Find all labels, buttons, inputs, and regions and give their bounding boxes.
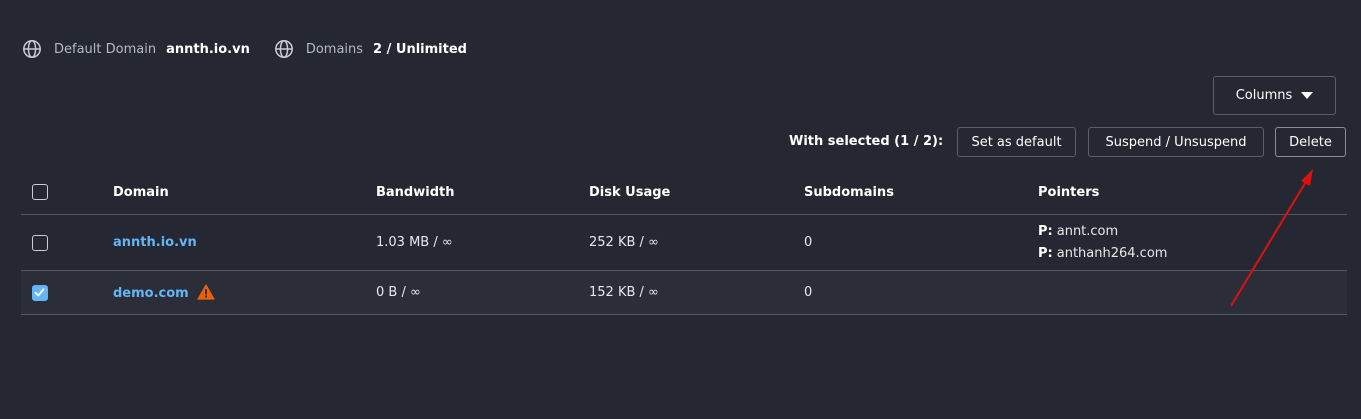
row-select-cell xyxy=(21,270,113,315)
subdomains-cell: 0 xyxy=(804,214,1038,271)
bandwidth-cell: 1.03 MB / ∞ xyxy=(376,214,589,271)
table-row: annth.io.vn 1.03 MB / ∞ 252 KB / ∞ 0 P: a… xyxy=(21,214,1347,271)
default-domain-label: Default Domain xyxy=(54,41,157,57)
header-subdomains[interactable]: Subdomains xyxy=(804,170,1038,215)
row-select-cell xyxy=(21,214,113,271)
domains-count-label: Domains xyxy=(305,41,364,57)
warning-icon xyxy=(197,284,215,300)
pointer-item: P: anthanh264.com xyxy=(1038,243,1347,265)
pointer-value: annt.com xyxy=(1056,223,1119,239)
with-selected-label: With selected (1 / 2): xyxy=(789,134,944,149)
row-checkbox[interactable] xyxy=(32,284,48,301)
header-disk-usage[interactable]: Disk Usage xyxy=(589,170,804,215)
select-all-checkbox[interactable] xyxy=(32,184,48,200)
domains-page: Default Domain annth.io.vn Domains 2 / U… xyxy=(0,0,1361,419)
globe-icon xyxy=(274,40,293,58)
table-row: demo.com 0 B / ∞ 152 KB / ∞ 0 xyxy=(21,270,1347,315)
delete-button[interactable]: Delete xyxy=(1275,127,1346,157)
row-checkbox[interactable] xyxy=(32,234,48,251)
caret-down-icon xyxy=(1301,92,1314,99)
bandwidth-cell: 0 B / ∞ xyxy=(376,270,589,315)
header-domain[interactable]: Domain xyxy=(113,170,376,215)
checkmark-icon xyxy=(34,287,45,296)
subdomains-cell: 0 xyxy=(804,270,1038,315)
pointer-prefix: P: xyxy=(1038,223,1053,239)
default-domain-value: annth.io.vn xyxy=(166,41,250,57)
default-domain-info: Default Domain annth.io.vn xyxy=(22,39,250,59)
domain-info-bar: Default Domain annth.io.vn Domains 2 / U… xyxy=(22,38,491,60)
domains-table: Domain Bandwidth Disk Usage Subdomains P… xyxy=(21,170,1347,315)
domains-count-value: 2 / Unlimited xyxy=(373,41,467,57)
table-header-row: Domain Bandwidth Disk Usage Subdomains P… xyxy=(21,170,1347,215)
domain-link[interactable]: annth.io.vn xyxy=(113,235,197,250)
set-as-default-button[interactable]: Set as default xyxy=(957,127,1076,157)
columns-button-label: Columns xyxy=(1235,88,1293,103)
globe-icon xyxy=(23,40,41,58)
domains-count-info: Domains 2 / Unlimited xyxy=(274,39,467,59)
pointer-value: anthanh264.com xyxy=(1056,245,1168,261)
header-pointers[interactable]: Pointers xyxy=(1038,170,1347,215)
domain-cell: annth.io.vn xyxy=(113,214,376,271)
disk-usage-cell: 252 KB / ∞ xyxy=(589,214,804,271)
pointer-item: P: annt.com xyxy=(1038,221,1347,243)
pointer-prefix: P: xyxy=(1038,245,1053,261)
select-all-cell xyxy=(21,170,113,215)
domain-link[interactable]: demo.com xyxy=(113,286,189,301)
domain-cell: demo.com xyxy=(113,270,376,315)
pointers-cell xyxy=(1038,270,1347,315)
columns-button[interactable]: Columns xyxy=(1213,76,1336,115)
header-bandwidth[interactable]: Bandwidth xyxy=(376,170,589,215)
suspend-unsuspend-button[interactable]: Suspend / Unsuspend xyxy=(1088,127,1264,157)
disk-usage-cell: 152 KB / ∞ xyxy=(589,270,804,315)
pointers-cell: P: annt.com P: anthanh264.com xyxy=(1038,214,1347,271)
